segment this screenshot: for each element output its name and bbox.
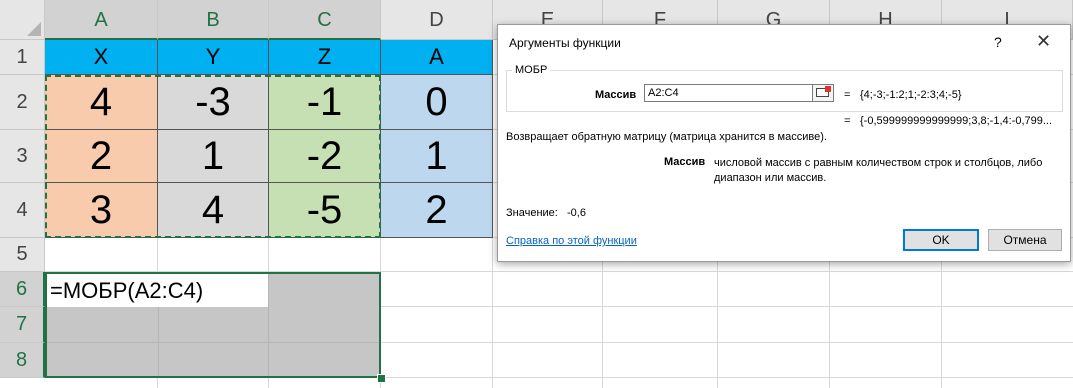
row-header-1[interactable]: 1 — [0, 40, 45, 75]
value-number: -0,6 — [567, 207, 586, 219]
cell-a4[interactable]: 3 — [45, 183, 158, 238]
help-icon[interactable]: ? — [994, 34, 1002, 50]
row-header-7[interactable]: 7 — [0, 307, 45, 343]
row-header-6[interactable]: 6 — [0, 272, 45, 307]
column-header-a[interactable]: A — [45, 0, 158, 40]
active-cell-a6[interactable]: =МОБР(A2:C4) — [47, 274, 268, 307]
gridline — [268, 274, 269, 376]
gridline — [47, 342, 379, 343]
cell-b3[interactable]: 1 — [158, 130, 269, 183]
cell-c3[interactable]: -2 — [269, 130, 381, 183]
fill-handle[interactable] — [377, 374, 386, 383]
cell-d2[interactable]: 0 — [381, 75, 493, 130]
cell-a3[interactable]: 2 — [45, 130, 158, 183]
function-arguments-dialog: Аргументы функции ? ✕ МОБР Массив A2:C4 … — [497, 24, 1071, 262]
value-label: Значение: — [506, 207, 558, 219]
argument-label: Массив — [595, 89, 637, 101]
cancel-button[interactable]: Отмена — [988, 229, 1062, 251]
column-header-c[interactable]: C — [269, 0, 381, 40]
equals-sign: = — [844, 89, 851, 101]
cell-b2[interactable]: -3 — [158, 75, 269, 130]
row-header-3[interactable]: 3 — [0, 130, 45, 183]
argument-result: {4;-3;-1:2;1;-2:3;4;-5} — [860, 89, 962, 101]
equals-sign: = — [844, 115, 851, 127]
cell-d1[interactable]: A — [381, 40, 493, 75]
row-header-2[interactable]: 2 — [0, 75, 45, 130]
cell-d4[interactable]: 2 — [381, 183, 493, 238]
cell-a1[interactable]: X — [45, 40, 158, 75]
cell-c2[interactable]: -1 — [269, 75, 381, 130]
ok-button[interactable]: OK — [903, 229, 979, 251]
column-header-b[interactable]: B — [158, 0, 269, 40]
parameter-description: числовой массив с равным количеством стр… — [714, 157, 1043, 184]
cell-c1[interactable]: Z — [269, 40, 381, 75]
row-header-8[interactable]: 8 — [0, 343, 45, 378]
help-link[interactable]: Справка по этой функции — [506, 235, 637, 247]
row-header-5[interactable]: 5 — [0, 238, 45, 272]
collapse-dialog-icon — [816, 86, 831, 97]
range-picker-button[interactable] — [812, 84, 834, 102]
value-readout: Значение: -0,6 — [506, 207, 586, 219]
function-description: Возвращает обратную матрицу (матрица хра… — [506, 131, 827, 143]
cell-b1[interactable]: Y — [158, 40, 269, 75]
cell-a2[interactable]: 4 — [45, 75, 158, 130]
function-name: МОБР — [512, 64, 551, 76]
row-header-4[interactable]: 4 — [0, 183, 45, 238]
cell-b4[interactable]: 4 — [158, 183, 269, 238]
formula-result-preview: {-0,599999999999999;3,8;-1,4:-0,799... — [860, 115, 1053, 127]
cell-d3[interactable]: 1 — [381, 130, 493, 183]
column-header-d[interactable]: D — [381, 0, 493, 40]
select-all-corner[interactable] — [0, 0, 45, 40]
spreadsheet: A B C D E F G H I 1 2 3 4 5 6 7 8 X Y Z … — [0, 0, 1073, 388]
cell-c6[interactable] — [269, 274, 379, 307]
dialog-title: Аргументы функции — [509, 36, 621, 50]
cell-c4[interactable]: -5 — [269, 183, 381, 238]
close-icon[interactable]: ✕ — [1036, 31, 1051, 52]
parameter-name: Массив — [664, 156, 706, 168]
array-input[interactable]: A2:C4 — [644, 84, 814, 102]
